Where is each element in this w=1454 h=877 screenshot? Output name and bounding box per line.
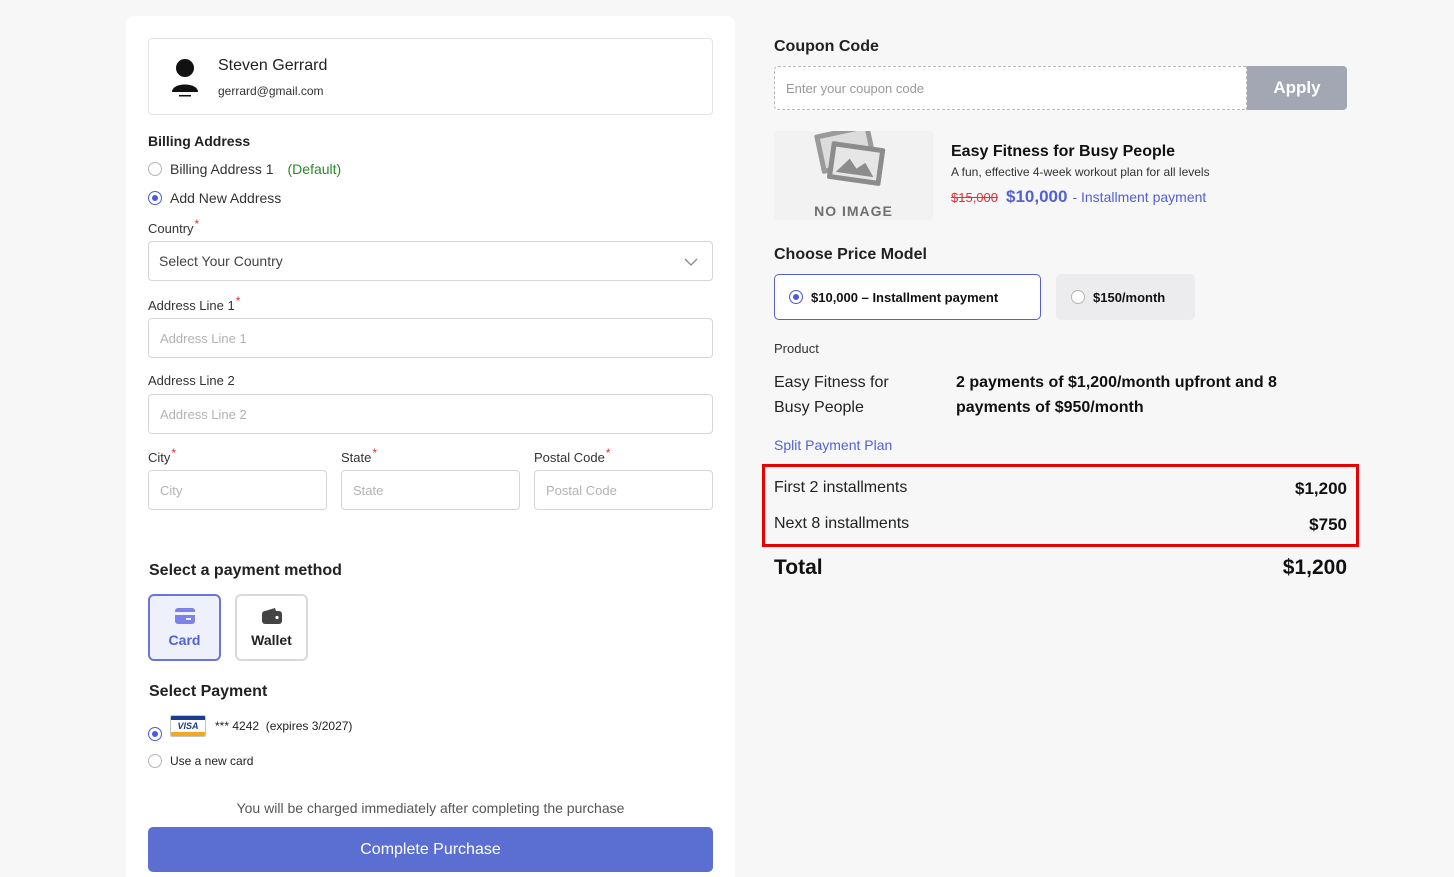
monthly-price-option[interactable]: $150/month: [1056, 274, 1195, 320]
installment-label: First 2 installments: [774, 479, 908, 496]
new-card-radio[interactable]: [148, 754, 162, 768]
coupon-input[interactable]: Enter your coupon code: [774, 66, 1247, 110]
address-line-2-label: Address Line 2: [148, 373, 235, 388]
image-placeholder-icon: [814, 131, 886, 186]
payment-method-title: Select a payment method: [149, 562, 342, 579]
old-price: $15,000: [951, 190, 998, 205]
user-card: Steven Gerrard gerrard@gmail.com: [148, 38, 713, 115]
checkout-form-panel: Steven Gerrard gerrard@gmail.com Billing…: [126, 16, 735, 877]
new-price: $10,000: [1006, 187, 1068, 206]
installment-row: First 2 installments $1,200: [774, 479, 1347, 499]
split-payment-plan-label: Split Payment Plan: [774, 437, 893, 453]
product-title: Easy Fitness for Busy People: [951, 143, 1176, 160]
user-email: gerrard@gmail.com: [218, 84, 324, 98]
billing-address-title: Billing Address: [148, 133, 251, 149]
wallet-method-button[interactable]: Wallet: [235, 594, 308, 661]
card-method-button[interactable]: Card: [148, 594, 221, 661]
user-name: Steven Gerrard: [218, 57, 328, 74]
saved-card-option[interactable]: VISA *** 4242 (expires 3/2027): [148, 715, 352, 741]
product-price-row: $15,000 $10,000 - Installment payment: [951, 187, 1206, 207]
apply-coupon-button[interactable]: Apply: [1247, 66, 1347, 110]
select-payment-title: Select Payment: [149, 683, 268, 700]
country-select[interactable]: Select Your Country: [148, 241, 713, 281]
complete-purchase-button[interactable]: Complete Purchase: [148, 827, 713, 872]
billing-address-1-option[interactable]: Billing Address 1 (Default): [148, 161, 341, 177]
country-select-value: Select Your Country: [159, 253, 283, 269]
state-label: State*: [341, 446, 378, 465]
wallet-icon: [261, 608, 282, 624]
installment-amount: $750: [1309, 515, 1347, 534]
installment-price-option[interactable]: $10,000 – Installment payment: [774, 274, 1041, 320]
add-new-address-radio[interactable]: [148, 191, 162, 205]
total-label: Total: [774, 556, 823, 579]
installment-row: Next 8 installments $750: [774, 515, 1347, 535]
monthly-price-radio[interactable]: [1071, 290, 1085, 304]
summary-product-name: Easy Fitness for Busy People: [774, 374, 889, 416]
summary-plan-text: 2 payments of $1,200/month upfront and 8…: [956, 374, 1277, 416]
credit-card-icon: [174, 608, 195, 624]
country-label: Country*: [148, 217, 200, 236]
city-input[interactable]: [148, 470, 327, 510]
billing-address-1-label: Billing Address 1: [170, 161, 274, 177]
new-card-label: Use a new card: [170, 754, 254, 768]
saved-card-radio[interactable]: [148, 727, 162, 741]
installment-price-label: $10,000 – Installment payment: [811, 289, 999, 305]
product-image-placeholder: NO IMAGE: [774, 131, 933, 220]
new-card-option[interactable]: Use a new card: [148, 754, 253, 768]
product-description: A fun, effective 4-week workout plan for…: [951, 165, 1210, 179]
add-new-address-label: Add New Address: [170, 190, 282, 206]
installment-label: Next 8 installments: [774, 515, 910, 532]
default-tag: (Default): [287, 161, 342, 177]
product-label: Product: [774, 341, 819, 356]
address-line-2-input[interactable]: [148, 394, 713, 434]
billing-address-1-radio[interactable]: [148, 162, 162, 176]
chevron-down-icon: [684, 258, 698, 266]
price-model-title: Choose Price Model: [774, 246, 927, 263]
total-value: $1,200: [1282, 556, 1347, 579]
installment-amount: $1,200: [1295, 479, 1347, 498]
add-new-address-option[interactable]: Add New Address: [148, 190, 281, 206]
total-row: Total $1,200: [774, 556, 1347, 580]
address-line-1-label: Address Line 1*: [148, 294, 241, 313]
wallet-method-label: Wallet: [251, 632, 292, 648]
user-avatar-icon: [172, 59, 198, 97]
card-method-label: Card: [168, 632, 201, 648]
city-label: City*: [148, 446, 177, 465]
monthly-price-label: $150/month: [1093, 289, 1166, 305]
no-image-text: NO IMAGE: [814, 203, 893, 219]
installment-price-radio[interactable]: [789, 290, 803, 304]
address-line-1-input[interactable]: [148, 318, 713, 358]
state-input[interactable]: [341, 470, 520, 510]
saved-card-details: *** 4242 (expires 3/2027): [215, 719, 353, 733]
visa-card-icon: VISA: [170, 715, 206, 737]
coupon-title: Coupon Code: [774, 38, 879, 55]
postal-code-label: Postal Code*: [534, 446, 611, 465]
postal-code-input[interactable]: [534, 470, 713, 510]
price-type: - Installment payment: [1072, 189, 1207, 205]
charge-note: You will be charged immediately after co…: [236, 800, 625, 816]
